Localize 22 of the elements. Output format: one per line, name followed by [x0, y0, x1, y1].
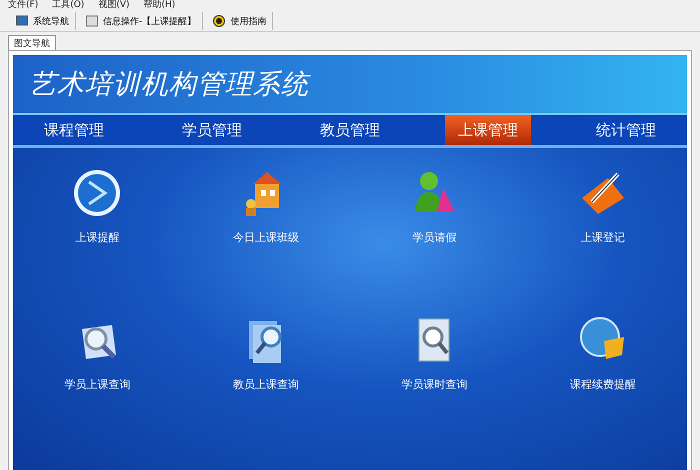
- nav-tab[interactable]: 教员管理: [307, 115, 393, 145]
- tile-link[interactable]: 课程续费提醒: [570, 377, 636, 392]
- nav-tab[interactable]: 统计管理: [583, 115, 669, 145]
- tile-link[interactable]: 学员请假: [412, 230, 456, 245]
- monitor-icon: [16, 15, 28, 27]
- menu-item[interactable]: 工具(O): [52, 0, 84, 11]
- nav-tab[interactable]: 上课管理: [445, 115, 531, 145]
- nav-tab[interactable]: 学员管理: [169, 115, 255, 145]
- nav-tab[interactable]: 课程管理: [31, 115, 117, 145]
- tile-link[interactable]: 学员课时查询: [401, 377, 468, 392]
- tile-link[interactable]: 上课提醒: [75, 230, 120, 245]
- tile-link[interactable]: 今日上课班级: [232, 230, 299, 245]
- toolbar-button[interactable]: 系统导航: [10, 12, 76, 30]
- tab[interactable]: 图文导航: [8, 35, 56, 50]
- help-icon: [213, 15, 226, 27]
- window-icon: [86, 15, 98, 27]
- toolbar-button[interactable]: 使用指南: [207, 12, 274, 30]
- tile-link[interactable]: 上课登记: [580, 230, 625, 245]
- tile-link[interactable]: 教员上课查询: [232, 377, 299, 392]
- app-title: 艺术培训机构管理系统: [29, 68, 309, 102]
- tile-link[interactable]: 学员上课查询: [64, 377, 130, 392]
- toolbar-button[interactable]: 信息操作-【上课提醒】: [80, 12, 204, 30]
